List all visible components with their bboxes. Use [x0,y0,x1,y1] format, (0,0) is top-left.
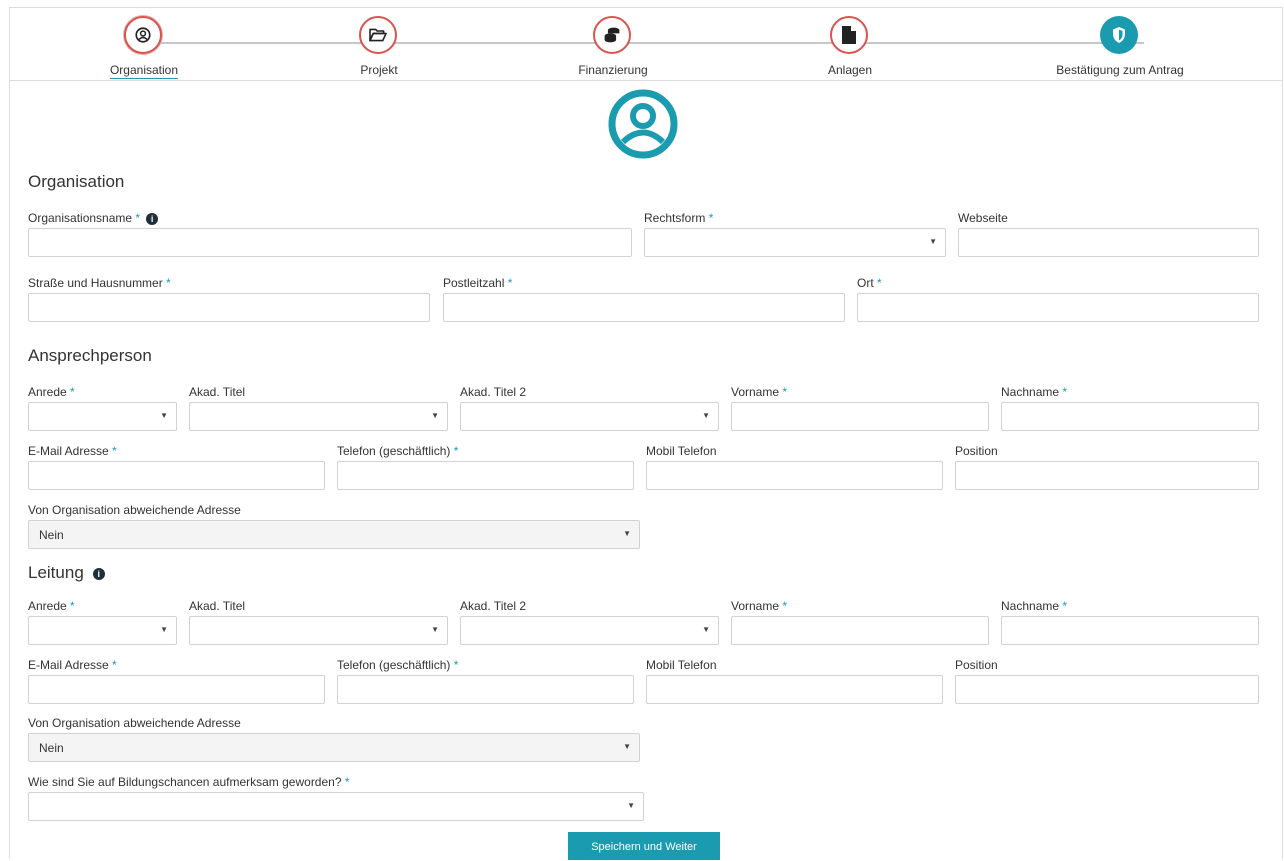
caret-down-icon: ▼ [160,625,168,634]
email-input[interactable] [28,461,325,490]
field-label: Akad. Titel 2 [460,385,527,399]
field-label: E-Mail Adresse * [28,658,117,672]
field-label: Mobil Telefon [646,658,717,672]
leitung-akad-titel-2-select[interactable]: ▼ [460,616,719,645]
leitung-anrede-select[interactable]: ▼ [28,616,177,645]
section-title-organisation: Organisation [28,172,125,191]
field-label: Mobil Telefon [646,444,717,458]
caret-down-icon: ▼ [702,625,710,634]
user-circle-icon [124,16,162,54]
mobil-telefon-input[interactable] [646,461,943,490]
ort-input[interactable] [857,293,1259,322]
field-label: Von Organisation abweichende Adresse [28,503,241,517]
akad-titel-2-select[interactable]: ▼ [460,402,719,431]
caret-down-icon: ▼ [627,801,635,810]
field-label: Vorname * [731,385,788,399]
step-label: Projekt [360,63,398,77]
abweichende-adresse-select[interactable]: Nein ▼ [28,520,640,549]
field-label: Nachname * [1001,599,1068,613]
field-label: Telefon (geschäftlich) * [337,444,459,458]
caret-down-icon: ▼ [160,411,168,420]
field-label: Organisationsname * i [28,211,159,225]
step-label: Bestätigung zum Antrag [1056,63,1184,77]
leitung-akad-titel-select[interactable]: ▼ [189,616,448,645]
field-label: Rechtsform * [644,211,714,225]
rechtsform-select[interactable]: ▼ [644,228,946,257]
info-icon[interactable]: i [92,567,105,580]
field-label: Akad. Titel [189,599,246,613]
field-label: Wie sind Sie auf Bildungschancen aufmerk… [28,775,350,789]
save-and-next-button[interactable]: Speichern und Weiter [568,832,720,860]
strasse-input[interactable] [28,293,430,322]
leitung-telefon-input[interactable] [337,675,634,704]
stepper-line [144,42,1144,44]
field-label: Straße und Hausnummer * [28,276,171,290]
field-label: Akad. Titel [189,385,246,399]
field-label: Postleitzahl * [443,276,513,290]
section-title-leitung: Leitung i [28,563,105,583]
akad-titel-select[interactable]: ▼ [189,402,448,431]
step-label: Organisation [109,63,179,79]
field-label: Anrede * [28,385,75,399]
postleitzahl-input[interactable] [443,293,845,322]
field-label: Anrede * [28,599,75,613]
field-label: Vorname * [731,599,788,613]
step-label: Anlagen [827,63,873,77]
leitung-nachname-input[interactable] [1001,616,1259,645]
field-label: E-Mail Adresse * [28,444,117,458]
organisationsname-input[interactable] [28,228,632,257]
leitung-position-input[interactable] [955,675,1259,704]
position-input[interactable] [955,461,1259,490]
leitung-abweichende-adresse-select[interactable]: Nein ▼ [28,733,640,762]
caret-down-icon: ▼ [623,529,631,538]
caret-down-icon: ▼ [431,411,439,420]
caret-down-icon: ▼ [431,625,439,634]
field-label: Ort * [857,276,882,290]
aufmerksam-select[interactable]: ▼ [28,792,644,821]
webseite-input[interactable] [958,228,1259,257]
info-icon[interactable]: i [146,212,159,225]
vorname-input[interactable] [731,402,989,431]
shield-icon [1100,16,1138,54]
anrede-select[interactable]: ▼ [28,402,177,431]
leitung-email-input[interactable] [28,675,325,704]
field-label: Position [955,658,998,672]
field-label: Telefon (geschäftlich) * [337,658,459,672]
field-label: Akad. Titel 2 [460,599,527,613]
leitung-mobil-telefon-input[interactable] [646,675,943,704]
caret-down-icon: ▼ [623,742,631,751]
step-label: Finanzierung [578,63,648,77]
field-label: Position [955,444,998,458]
field-label: Von Organisation abweichende Adresse [28,716,241,730]
leitung-vorname-input[interactable] [731,616,989,645]
user-circle-icon [606,87,680,161]
nachname-input[interactable] [1001,402,1259,431]
field-label: Nachname * [1001,385,1068,399]
caret-down-icon: ▼ [929,237,937,246]
field-label: Webseite [958,211,1008,225]
caret-down-icon: ▼ [702,411,710,420]
section-title-ansprechperson: Ansprechperson [28,346,152,365]
folder-open-icon [359,16,397,54]
progress-stepper: Organisation Projekt Finanzierung Anlage… [9,7,1283,81]
file-icon [830,16,868,54]
coins-icon [593,16,631,54]
telefon-input[interactable] [337,461,634,490]
